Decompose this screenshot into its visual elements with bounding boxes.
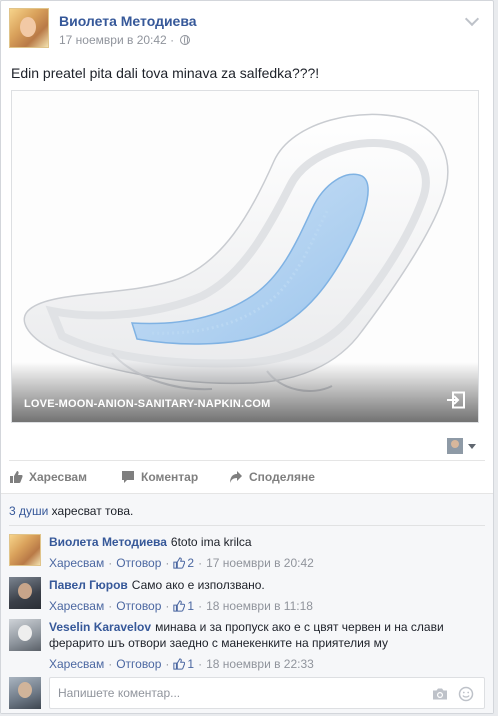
divider [9,460,485,461]
comment-text: 6toto ima krilca [170,535,252,549]
author-avatar[interactable] [9,8,49,48]
comment-like-link[interactable]: Харесвам [49,657,104,671]
comment-likes-count[interactable]: 1 [173,657,194,671]
commenter-name[interactable]: Veselin Karavelov [49,620,151,634]
separator-dot: · [165,657,170,671]
comment-time[interactable]: 18 ноември в 11:18 [206,599,313,613]
commenter-name[interactable]: Павел Гюров [49,578,128,592]
comment-button[interactable]: Коментар [121,466,198,488]
chevron-down-icon[interactable] [464,11,480,27]
emoji-icon[interactable] [458,686,474,702]
likes-suffix: харесват това. [48,504,134,518]
comment-text: Само ако е използвано. [131,578,265,592]
commenter-avatar[interactable] [9,619,41,651]
share-arrow-icon[interactable] [446,390,466,410]
comment-composer: Напишете коментар... [9,677,485,709]
post-card: Виолета Методиева 17 ноември в 20:42 · E… [0,0,494,714]
comment-reply-link[interactable]: Отговор [116,556,161,570]
post-meta: 17 ноември в 20:42 · [59,33,191,47]
camera-icon[interactable] [432,686,448,702]
thumbs-up-icon [10,471,23,483]
separator-dot: · [198,657,203,671]
comment-reply-link[interactable]: Отговор [116,657,161,671]
comment-actions: Харесвам · Отговор · 1 · 18 ноември в 22:33 [49,656,485,672]
comment-body: Павел Гюров Само ако е използвано. Харесв… [49,577,485,614]
comment-likes-count[interactable]: 2 [173,556,194,570]
comment-input[interactable]: Напишете коментар... [49,677,485,709]
comment-actions: Харесвам · Отговор · 1 · 18 ноември в 11:18 [49,598,485,614]
likes-summary: 3 души харесват това. [9,504,133,518]
comments-section: 3 души харесват това. Виолета Методиева 6… [1,493,493,713]
share-icon [230,471,242,483]
separator-dot: · [108,599,113,613]
comment-item: Veselin Karavelov минава и за пропуск ако… [9,619,485,672]
comment-likes-value: 2 [187,556,195,570]
link-domain[interactable]: LOVE-MOON-ANION-SANITARY-NAPKIN.COM [24,398,271,410]
current-user-avatar [9,677,41,709]
comment-likes-value: 1 [187,599,195,613]
commenter-avatar[interactable] [9,577,41,609]
post-header: Виолета Методиева 17 ноември в 20:42 · [9,8,483,50]
separator-dot: · [108,556,113,570]
divider [9,525,485,526]
separator-dot: · [198,599,203,613]
reactor-avatar [447,438,463,454]
comment-likes-value: 1 [187,657,195,671]
author-name[interactable]: Виолета Методиева [59,13,197,29]
thumbs-up-icon [173,557,186,569]
caret-down-icon [468,444,476,449]
reactor-selector[interactable] [447,437,481,455]
comment-label: Коментар [141,470,199,484]
comment-body: Виолета Методиева 6toto ima krilca Харесв… [49,534,485,571]
comment-placeholder: Напишете коментар... [58,686,181,700]
comment-likes-count[interactable]: 1 [173,599,194,613]
commenter-name[interactable]: Виолета Методиева [49,535,167,549]
share-label: Споделяне [249,470,315,484]
meta-separator: · [170,33,175,47]
post-timestamp[interactable]: 17 ноември в 20:42 [59,33,167,47]
comment-icon [122,471,134,483]
thumbs-up-icon [173,658,186,670]
separator-dot: · [165,599,170,613]
comment-reply-link[interactable]: Отговор [116,599,161,613]
thumbs-up-icon [173,600,186,612]
commenter-avatar[interactable] [9,534,41,566]
separator-dot: · [165,556,170,570]
likes-count-link[interactable]: 3 души [9,504,48,518]
comment-body: Veselin Karavelov минава и за пропуск ако… [49,619,485,672]
link-preview[interactable]: LOVE-MOON-ANION-SANITARY-NAPKIN.COM [11,90,479,423]
separator-dot: · [198,556,203,570]
separator-dot: · [108,657,113,671]
like-label: Харесвам [29,470,87,484]
comment-item: Павел Гюров Само ако е използвано. Харесв… [9,577,485,614]
like-button[interactable]: Харесвам [9,466,87,488]
comment-like-link[interactable]: Харесвам [49,556,104,570]
comment-time[interactable]: 17 ноември в 20:42 [206,556,314,570]
globe-icon[interactable] [180,35,191,45]
comment-like-link[interactable]: Харесвам [49,599,104,613]
comment-time[interactable]: 18 ноември в 22:33 [206,657,314,671]
share-button[interactable]: Споделяне [229,466,315,488]
comment-actions: Харесвам · Отговор · 2 · 17 ноември в 20:42 [49,555,485,571]
comment-item: Виолета Методиева 6toto ima krilca Харесв… [9,534,485,571]
link-overlay [12,362,478,422]
post-text: Edin preatel pita dali tova minava za sa… [11,65,320,81]
